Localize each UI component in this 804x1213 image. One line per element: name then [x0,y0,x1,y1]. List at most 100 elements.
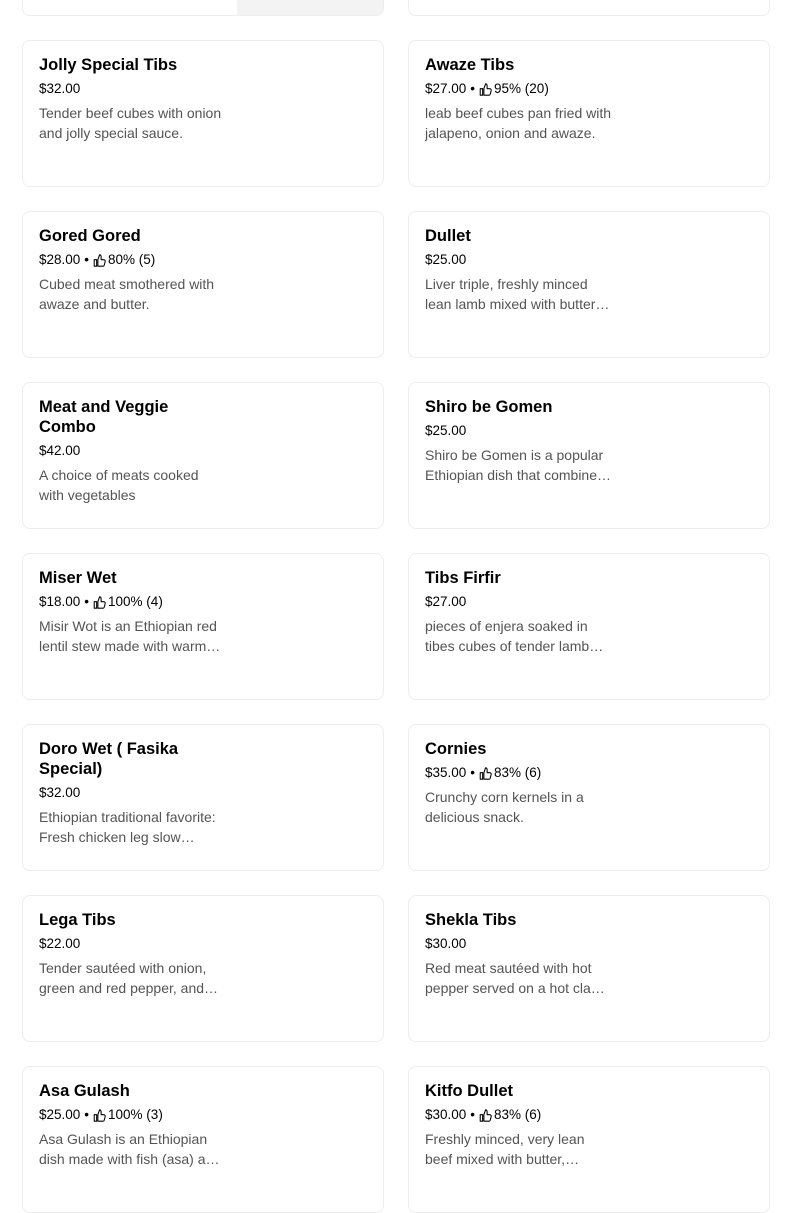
separator-dot: • [84,1107,90,1122]
separator-dot: • [470,81,476,96]
menu-item-info: Doro Wet ( Fasika Special) $32.00 Ethiopia… [39,739,227,847]
menu-item-card[interactable]: Meat and Veggie Combo $42.00 A choice of m… [22,382,384,529]
menu-item-name: Jolly Special Tibs [39,56,178,74]
menu-item-description: Tender sautéed with onion, green and red… [39,960,207,996]
menu-item-description: Red meat sautéed with hot pepper served … [425,960,598,996]
menu-item-meta: $27.00 • 95% (20) [425,79,613,99]
separator-dot: • [84,252,90,267]
menu-item-meta: $42.00 [39,441,227,461]
menu-item-info: Lega Tibs $22.00 Tender sautéed with onion… [39,910,227,998]
separator-dot: • [470,1107,476,1122]
menu-item-card[interactable]: Shiro be Gomen $25.00 Shiro be Gomen is a … [408,382,770,529]
menu-item-info: Dullet $25.00 Liver triple, freshly minced… [425,226,613,314]
menu-item-card-partial[interactable] [22,0,384,16]
menu-item-price: $28.00 [39,252,81,267]
menu-item-card[interactable]: Shekla Tibs $30.00 Red meat sautéed with h… [408,895,770,1042]
menu-item-price: $30.00 [425,1107,467,1122]
menu-item-card[interactable]: Miser Wet $18.00 • 100% (4) Misir Wot is an … [22,553,384,700]
menu-item-name: Gored Gored [39,227,141,245]
menu-item-description: Cubed meat smothered with awaze and butt… [39,276,215,312]
menu-item-card[interactable]: Dullet $25.00 Liver triple, freshly minced… [408,211,770,358]
menu-item-image [237,0,383,15]
separator-dot: • [84,594,90,609]
menu-item-meta: $25.00 [425,250,613,270]
thumbs-up-icon [93,1108,106,1122]
menu-item-rating: 100% (4) [108,594,163,609]
menu-item-description: A choice of meats cooked with vegetables [39,467,199,503]
menu-item-info: Meat and Veggie Combo $42.00 A choice of m… [39,397,227,505]
menu-item-info: Asa Gulash $25.00 • 100% (3) Asa Gulash is a… [39,1081,227,1169]
menu-item-name: Tibs Firfir [425,569,501,587]
separator-dot: • [470,765,476,780]
menu-item-name: Meat and Veggie Combo [39,398,169,436]
menu-item-meta: $32.00 [39,783,227,803]
menu-item-name: Kitfo Dullet [425,1082,513,1100]
menu-item-description: Ethiopian traditional favorite: Fresh ch… [39,809,216,845]
menu-item-name: Doro Wet ( Fasika Special) [39,740,179,778]
menu-item-name: Dullet [425,227,471,245]
menu-item-meta: $25.00 [425,421,613,441]
menu-item-card[interactable]: Jolly Special Tibs $32.00 Tender beef cube… [22,40,384,187]
menu-item-meta: $35.00 • 83% (6) [425,763,613,783]
menu-item-description: Liver triple, freshly minced lean lamb m… [425,276,596,312]
menu-item-card[interactable]: Kitfo Dullet $30.00 • 83% (6) Freshly minced… [408,1066,770,1213]
menu-item-description: Misir Wot is an Ethiopian red lentil ste… [39,618,217,654]
menu-item-name: Lega Tibs [39,911,116,929]
menu-item-info: Cornies $35.00 • 83% (6) Crunchy corn kernel… [425,739,613,827]
menu-item-info: Shiro be Gomen $25.00 Shiro be Gomen is a … [425,397,613,485]
menu-item-description: Freshly minced, very lean beef mixed wit… [425,1131,585,1167]
menu-item-description: Tender beef cubes with onion and jolly s… [39,105,222,141]
menu-item-price: $32.00 [39,785,81,800]
thumbs-up-icon [479,82,492,96]
menu-item-meta: $25.00 • 100% (3) [39,1105,227,1125]
menu-item-meta: $18.00 • 100% (4) [39,592,227,612]
menu-item-card[interactable]: Asa Gulash $25.00 • 100% (3) Asa Gulash is a… [22,1066,384,1213]
menu-item-name: Miser Wet [39,569,117,587]
menu-item-meta: $22.00 [39,934,227,954]
menu-item-card-partial[interactable] [408,0,770,16]
menu-item-name: Shekla Tibs [425,911,517,929]
menu-item-price: $22.00 [39,936,81,951]
thumbs-up-icon [93,595,106,609]
menu-item-card[interactable]: Cornies $35.00 • 83% (6) Crunchy corn kernel… [408,724,770,871]
menu-item-price: $42.00 [39,443,81,458]
menu-item-rating: 83% (6) [494,1107,542,1122]
menu-item-description: Shiro be Gomen is a popular Ethiopian di… [425,447,604,483]
thumbs-up-icon [479,1108,492,1122]
menu-item-description: Asa Gulash is an Ethiopian dish made wit… [39,1131,222,1167]
menu-item-info: Kitfo Dullet $30.00 • 83% (6) Freshly minced… [425,1081,613,1169]
menu-item-name: Cornies [425,740,487,758]
menu-item-card[interactable]: Gored Gored $28.00 • 80% (5) Cubed meat smot… [22,211,384,358]
menu-item-card[interactable]: Tibs Firfir $27.00 pieces of enjera soaked… [408,553,770,700]
menu-item-price: $25.00 [39,1107,81,1122]
menu-item-info: Gored Gored $28.00 • 80% (5) Cubed meat smot… [39,226,227,314]
menu-item-name: Awaze Tibs [425,56,515,74]
menu-item-price: $35.00 [425,765,467,780]
menu-item-description: pieces of enjera soaked in tibes cubes o… [425,618,590,654]
menu-item-description: Crunchy corn kernels in a delicious snac… [425,789,584,825]
menu-item-price: $18.00 [39,594,81,609]
menu-item-meta: $32.00 [39,79,227,99]
menu-item-info: Miser Wet $18.00 • 100% (4) Misir Wot is an … [39,568,227,656]
thumbs-up-icon [93,253,106,267]
menu-item-meta: $27.00 [425,592,613,612]
menu-item-card[interactable]: Awaze Tibs $27.00 • 95% (20) leab beef cubes… [408,40,770,187]
menu-item-meta: $30.00 • 83% (6) [425,1105,613,1125]
menu-item-info: Shekla Tibs $30.00 Red meat sautéed with h… [425,910,613,998]
menu-item-rating: 80% (5) [108,252,156,267]
menu-item-price: $25.00 [425,252,467,267]
menu-item-description: leab beef cubes pan fried with jalapeno,… [425,105,611,141]
menu-item-price: $30.00 [425,936,467,951]
menu-item-meta: $28.00 • 80% (5) [39,250,227,270]
menu-item-info: Jolly Special Tibs $32.00 Tender beef cube… [39,55,227,143]
menu-item-name: Shiro be Gomen [425,398,553,416]
menu-item-price: $27.00 [425,594,467,609]
menu-item-rating: 100% (3) [108,1107,163,1122]
menu-item-card[interactable]: Doro Wet ( Fasika Special) $32.00 Ethiopia… [22,724,384,871]
menu-item-rating: 95% (20) [494,81,549,96]
thumbs-up-icon [479,766,492,780]
menu-item-price: $27.00 [425,81,467,96]
menu-item-price: $25.00 [425,423,467,438]
menu-item-card[interactable]: Lega Tibs $22.00 Tender sautéed with onion… [22,895,384,1042]
menu-item-info: Tibs Firfir $27.00 pieces of enjera soaked… [425,568,613,656]
